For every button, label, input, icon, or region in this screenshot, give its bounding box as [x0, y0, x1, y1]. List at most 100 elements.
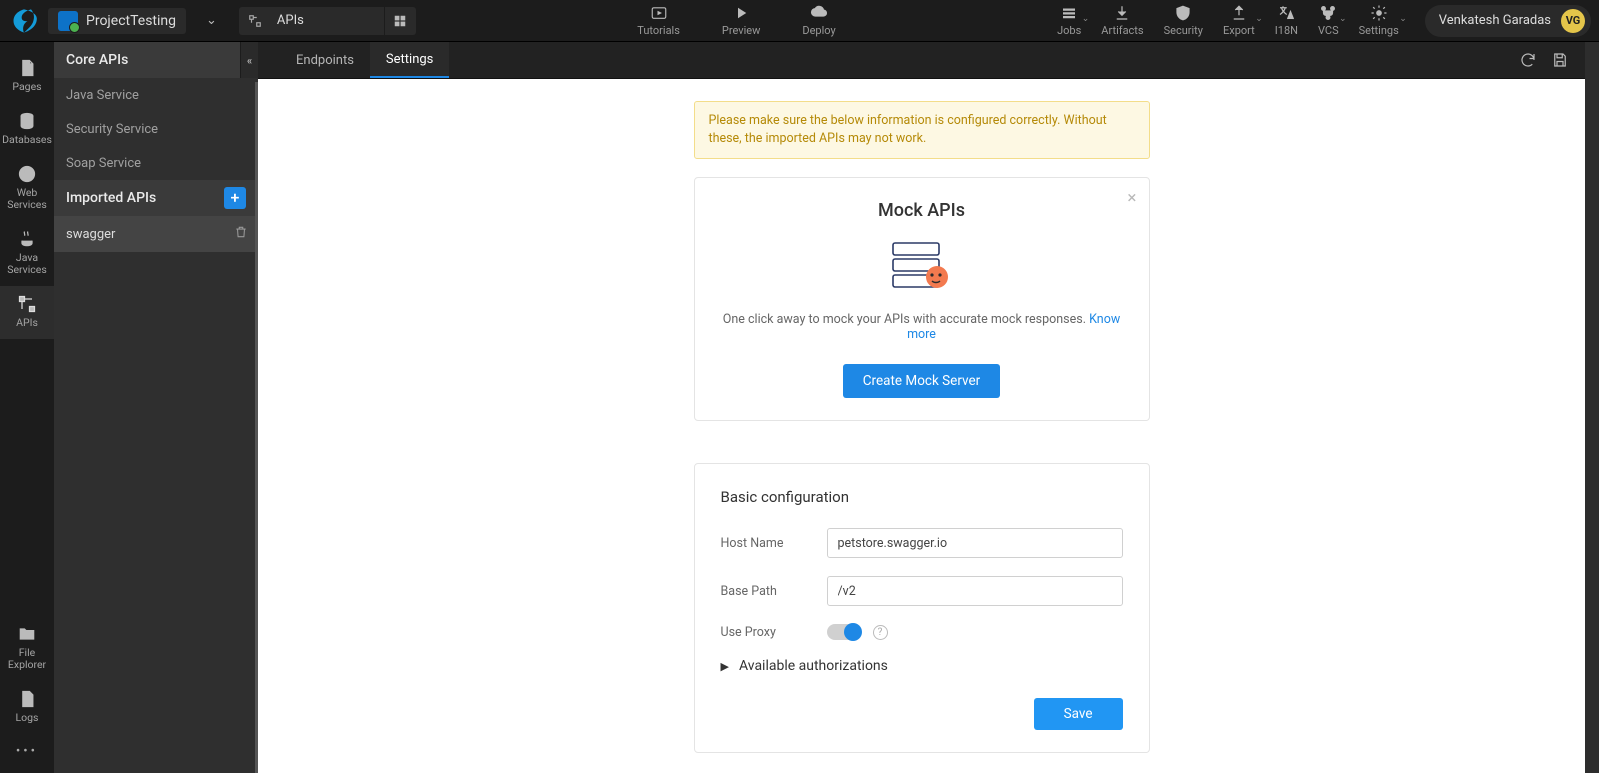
export-label: Export [1223, 24, 1255, 37]
rail-file-explorer-label: File Explorer [0, 647, 54, 671]
preview-button[interactable]: Preview [722, 4, 760, 37]
deploy-button[interactable]: Deploy [802, 4, 835, 37]
right-gutter [1585, 42, 1599, 773]
tab-endpoints-label: Endpoints [296, 53, 354, 68]
create-mock-server-button[interactable]: Create Mock Server [843, 364, 1000, 398]
base-path-input[interactable] [827, 576, 1123, 606]
tutorials-button[interactable]: Tutorials [637, 4, 680, 37]
preview-label: Preview [722, 24, 760, 37]
project-chevron-down-icon[interactable]: ⌄ [206, 13, 217, 28]
core-api-java-service[interactable]: Java Service [54, 78, 258, 112]
core-api-soap-service[interactable]: Soap Service [54, 146, 258, 180]
avatar: VG [1561, 9, 1585, 33]
i18n-button[interactable]: I18N [1275, 4, 1298, 37]
artifacts-label: Artifacts [1101, 24, 1143, 37]
rail-file-explorer[interactable]: File Explorer [0, 616, 54, 681]
rail-pages[interactable]: Pages [0, 50, 54, 103]
tutorials-label: Tutorials [637, 24, 680, 37]
mock-illustration [717, 239, 1127, 294]
refresh-icon[interactable] [1519, 51, 1537, 69]
rail-web-services-label: Web Services [0, 187, 54, 211]
i18n-label: I18N [1275, 24, 1298, 37]
rail-apis[interactable]: APIs [0, 286, 54, 339]
add-imported-api-button[interactable]: + [224, 187, 246, 209]
user-menu[interactable]: Venkatesh Garadas VG [1425, 5, 1591, 37]
tab-endpoints[interactable]: Endpoints [280, 42, 370, 78]
content-area: Please make sure the below information i… [258, 79, 1585, 773]
left-rail: Pages Databases Web Services Java Servic… [0, 42, 54, 773]
rail-web-services[interactable]: Web Services [0, 156, 54, 221]
tab-settings[interactable]: Settings [370, 42, 449, 78]
rail-logs[interactable]: Logs [0, 681, 54, 734]
workarea: Pages Databases Web Services Java Servic… [0, 42, 1599, 773]
save-icon[interactable] [1551, 51, 1569, 69]
base-path-label: Base Path [721, 584, 827, 599]
imported-api-swagger[interactable]: swagger [54, 216, 258, 252]
rail-java-services[interactable]: Java Services [0, 221, 54, 286]
mock-apis-panel: × Mock APIs One click away to mock your … [694, 177, 1150, 421]
deploy-label: Deploy [802, 24, 835, 37]
available-authorizations-toggle[interactable]: ▶ Available authorizations [721, 658, 1123, 674]
context-icon [239, 14, 271, 28]
delete-imported-api-icon[interactable] [234, 225, 248, 243]
tab-settings-label: Settings [386, 52, 433, 67]
security-button[interactable]: Security [1164, 4, 1203, 37]
host-name-input[interactable] [827, 528, 1123, 558]
project-name: ProjectTesting [86, 13, 176, 29]
host-name-row: Host Name [721, 528, 1123, 558]
use-proxy-help-icon[interactable]: ? [873, 625, 888, 640]
mock-apis-title: Mock APIs [717, 200, 1127, 221]
core-api-security-service[interactable]: Security Service [54, 112, 258, 146]
core-api-item-label: Soap Service [66, 156, 141, 171]
close-panel-icon[interactable]: × [1127, 188, 1136, 208]
project-selector[interactable]: ProjectTesting [48, 8, 186, 34]
mock-apis-subtitle: One click away to mock your APIs with ac… [717, 312, 1127, 342]
imported-apis-header: Imported APIs + [54, 180, 258, 216]
core-apis-header: Core APIs « [54, 42, 258, 78]
save-button[interactable]: Save [1034, 698, 1123, 730]
vcs-label: VCS [1318, 24, 1339, 37]
settings-button[interactable]: Settings [1359, 4, 1399, 37]
context-label: APIs [271, 13, 384, 28]
artifacts-button[interactable]: Artifacts [1101, 4, 1143, 37]
chevron-right-icon: ▶ [721, 660, 729, 673]
rail-databases-label: Databases [2, 134, 52, 146]
core-api-item-label: Java Service [66, 88, 139, 103]
side-panel-resize-handle[interactable] [255, 82, 258, 773]
rail-more[interactable]: ••• [0, 734, 54, 773]
rail-logs-label: Logs [16, 712, 39, 724]
basic-configuration-panel: Basic configuration Host Name Base Path … [694, 463, 1150, 753]
main-column: Endpoints Settings Please make sure the … [258, 42, 1585, 773]
host-name-label: Host Name [721, 536, 827, 551]
rail-databases[interactable]: Databases [0, 103, 54, 156]
rail-pages-label: Pages [12, 81, 41, 93]
security-label: Security [1164, 24, 1203, 37]
available-authorizations-label: Available authorizations [739, 658, 888, 674]
config-warning-alert: Please make sure the below information i… [694, 101, 1150, 159]
alert-text: Please make sure the below information i… [709, 113, 1107, 146]
rail-java-services-label: Java Services [0, 252, 54, 276]
export-button[interactable]: Export [1223, 4, 1255, 37]
top-center-actions: Tutorials Preview Deploy [416, 4, 1057, 37]
imported-apis-header-label: Imported APIs [66, 190, 156, 206]
top-right-actions: Jobs Artifacts Security Export I18N VCS … [1057, 4, 1591, 37]
settings-label: Settings [1359, 24, 1399, 37]
core-apis-header-label: Core APIs [66, 52, 128, 68]
vcs-button[interactable]: VCS [1318, 4, 1339, 37]
project-icon [58, 11, 78, 31]
base-path-row: Base Path [721, 576, 1123, 606]
mock-subtitle-text: One click away to mock your APIs with ac… [723, 312, 1089, 327]
app-logo[interactable] [8, 5, 40, 37]
use-proxy-toggle[interactable] [827, 624, 861, 640]
collapse-sidepanel-icon[interactable]: « [240, 42, 258, 78]
use-proxy-label: Use Proxy [721, 625, 827, 640]
jobs-label: Jobs [1057, 24, 1081, 37]
use-proxy-row: Use Proxy ? [721, 624, 1123, 640]
rail-apis-label: APIs [16, 317, 38, 329]
side-panel: Core APIs « Java Service Security Servic… [54, 42, 258, 773]
tabbar-actions [1503, 42, 1585, 78]
jobs-button[interactable]: Jobs [1057, 4, 1081, 37]
basic-config-title: Basic configuration [721, 488, 1123, 506]
core-api-item-label: Security Service [66, 122, 158, 137]
grid-view-icon[interactable] [384, 7, 416, 35]
